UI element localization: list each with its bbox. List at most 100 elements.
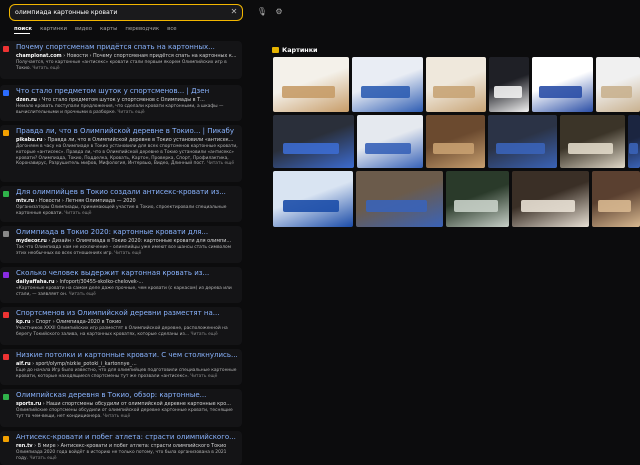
site-favicon-icon	[3, 130, 9, 136]
result-domain[interactable]: ren.tv	[16, 443, 33, 449]
result-url[interactable]: dzen.ru › Что стало предметом шуток у сп…	[16, 97, 238, 103]
read-more-link[interactable]: Читать ещё	[69, 292, 96, 297]
read-more-link[interactable]: Читать ещё	[32, 66, 59, 71]
snippet-text: «Картонные кровати на самом деле даже пр…	[16, 286, 232, 297]
result-domain[interactable]: mtv.ru	[16, 198, 34, 204]
read-more-link[interactable]: Читать ещё	[207, 161, 234, 166]
image-thumbnail[interactable]	[446, 171, 509, 227]
image-thumbnail[interactable]	[273, 115, 354, 168]
read-more-link[interactable]: Читать ещё	[103, 414, 130, 419]
bed-shape	[433, 85, 476, 98]
result-domain[interactable]: aif.ru	[16, 361, 31, 367]
image-thumbnail[interactable]	[489, 57, 529, 112]
image-thumbnail[interactable]	[352, 57, 423, 112]
result-path: › Спорт › Олимпиада-2020 в Токио	[32, 319, 122, 325]
result-url[interactable]: champlonat.com › Новости › Почему спортс…	[16, 53, 238, 59]
result-snippet: Еще до начала Игр было известно, что для…	[16, 368, 238, 380]
read-more-link[interactable]: Читать ещё	[114, 251, 141, 256]
result-url[interactable]: kp.ru › Спорт › Олимпиада-2020 в Токио	[16, 319, 238, 325]
image-thumbnail[interactable]	[628, 115, 640, 168]
microphone-icon[interactable]: 🎙	[256, 6, 268, 18]
image-thumbnail[interactable]	[356, 171, 443, 227]
result-url[interactable]: dailyaffaha.ru › Infoport/30455-skolko-c…	[16, 279, 238, 285]
tab-video[interactable]: видео	[75, 26, 92, 34]
site-favicon-icon	[3, 231, 9, 237]
result-card[interactable]: Что стало предметом шуток у спортсменов.…	[0, 85, 242, 121]
settings-sliders-icon[interactable]: ⚙	[273, 6, 285, 18]
image-thumbnail[interactable]	[357, 115, 423, 168]
result-card[interactable]: Олимпийская деревня в Токио, обзор: карт…	[0, 389, 242, 427]
result-title[interactable]: Антисекс-кровати и побег атлета: страсти…	[16, 433, 238, 441]
result-path: › Наши спортсмены обсудили от олимпийско…	[42, 401, 231, 407]
site-favicon-icon	[3, 394, 9, 400]
read-more-link[interactable]: Читать ещё	[29, 456, 56, 461]
image-thumbnail[interactable]	[426, 57, 486, 112]
read-more-link[interactable]: Читать ещё	[64, 211, 91, 216]
result-title[interactable]: Что стало предметом шуток у спортсменов.…	[16, 87, 238, 95]
result-url[interactable]: pikabu.ru › Правда ли, что в Олимпийской…	[16, 137, 238, 143]
bed-shape	[629, 142, 638, 155]
result-card[interactable]: Антисекс-кровати и побег атлета: страсти…	[0, 431, 242, 465]
image-thumbnail[interactable]	[532, 57, 593, 112]
result-title[interactable]: Сколько человек выдержит картонная крова…	[16, 269, 238, 277]
result-path: › Правда ли, что в Олимпийской деревне в…	[44, 137, 234, 143]
result-path: › Infoport/30455-skolko-chelovek-...	[56, 279, 144, 285]
image-thumbnail[interactable]	[488, 115, 557, 168]
result-card[interactable]: Почему спортсменам придётся спать на кар…	[0, 41, 242, 79]
result-domain[interactable]: pikabu.ru	[16, 137, 42, 143]
result-domain[interactable]: mydecor.ru	[16, 238, 47, 244]
image-thumbnail[interactable]	[426, 115, 485, 168]
result-title[interactable]: Для олимпийцев в Токио создали антисекс-…	[16, 188, 238, 196]
result-url[interactable]: aif.ru › sport/olymp/nizkie_potoki_i_kar…	[16, 361, 238, 367]
result-card[interactable]: Для олимпийцев в Токио создали антисекс-…	[0, 186, 242, 222]
result-card[interactable]: Низкие потолки и картонные кровати. С че…	[0, 349, 242, 385]
result-url[interactable]: ren.tv › В мире › Антисекс-кровати и поб…	[16, 443, 238, 449]
result-url[interactable]: mydecor.ru › Дизайн › Олимпиада в Токио …	[16, 238, 238, 244]
tab-maps[interactable]: карты	[100, 26, 117, 34]
clear-icon[interactable]: ✕	[229, 6, 239, 18]
result-url[interactable]: mtv.ru › Новости › Летняя Олимпиада — 20…	[16, 198, 238, 204]
result-domain[interactable]: sports.ru	[16, 401, 41, 407]
result-card[interactable]: Спортсменов из Олимпийской деревни разме…	[0, 307, 242, 345]
tab-translate[interactable]: переводчик	[125, 26, 159, 34]
tab-all[interactable]: все	[167, 26, 176, 34]
result-title[interactable]: Почему спортсменам придётся спать на кар…	[16, 43, 238, 51]
result-title[interactable]: Правда ли, что в Олимпийской деревне в Т…	[16, 127, 238, 135]
result-snippet: «Картонные кровати на самом деле даже пр…	[16, 286, 238, 298]
result-title[interactable]: Олимпиада в Токио 2020: картонные кроват…	[16, 228, 238, 236]
result-card[interactable]: Сколько человек выдержит картонная крова…	[0, 267, 242, 303]
bed-shape	[496, 142, 545, 155]
read-more-link[interactable]: Читать ещё	[190, 332, 217, 337]
result-domain[interactable]: kp.ru	[16, 319, 31, 325]
result-domain[interactable]: champlonat.com	[16, 53, 62, 59]
site-favicon-icon	[3, 90, 9, 96]
images-heading[interactable]: Картинки	[272, 46, 318, 54]
image-thumbnail[interactable]	[273, 57, 349, 112]
result-url[interactable]: sports.ru › Наши спортсмены обсудили от …	[16, 401, 238, 407]
result-path: › Новости › Почему спортсменам придётся …	[63, 53, 237, 59]
bed-shape	[366, 200, 428, 213]
result-title[interactable]: Олимпийская деревня в Токио, обзор: карт…	[16, 391, 238, 399]
site-favicon-icon	[3, 272, 9, 278]
bed-shape	[597, 200, 632, 213]
result-card[interactable]: Правда ли, что в Олимпийской деревне в Т…	[0, 125, 242, 182]
image-thumbnail[interactable]	[596, 57, 640, 112]
result-path: › Новости › Летняя Олимпиада — 2020	[35, 198, 136, 204]
tab-images[interactable]: картинки	[40, 26, 67, 34]
result-title[interactable]: Низкие потолки и картонные кровати. С че…	[16, 351, 238, 359]
image-thumbnail[interactable]	[512, 171, 589, 227]
search-tabs: поиск картинки видео карты переводчик вс…	[14, 26, 185, 34]
image-thumbnail[interactable]	[592, 171, 640, 227]
result-domain[interactable]: dailyaffaha.ru	[16, 279, 54, 285]
result-domain[interactable]: dzen.ru	[16, 97, 37, 103]
read-more-link[interactable]: Читать ещё	[190, 374, 217, 379]
bed-shape	[539, 85, 582, 98]
result-card[interactable]: Олимпиада в Токио 2020: картонные кроват…	[0, 226, 242, 263]
search-input[interactable]	[15, 6, 215, 19]
image-thumbnail[interactable]	[560, 115, 625, 168]
result-snippet: Участников XXXII Олимпийских игр размест…	[16, 326, 238, 338]
image-thumbnail[interactable]	[273, 171, 353, 227]
result-title[interactable]: Спортсменов из Олимпийской деревни разме…	[16, 309, 238, 317]
search-box[interactable]: ✕	[9, 4, 243, 21]
read-more-link[interactable]: Читать ещё	[117, 110, 144, 115]
